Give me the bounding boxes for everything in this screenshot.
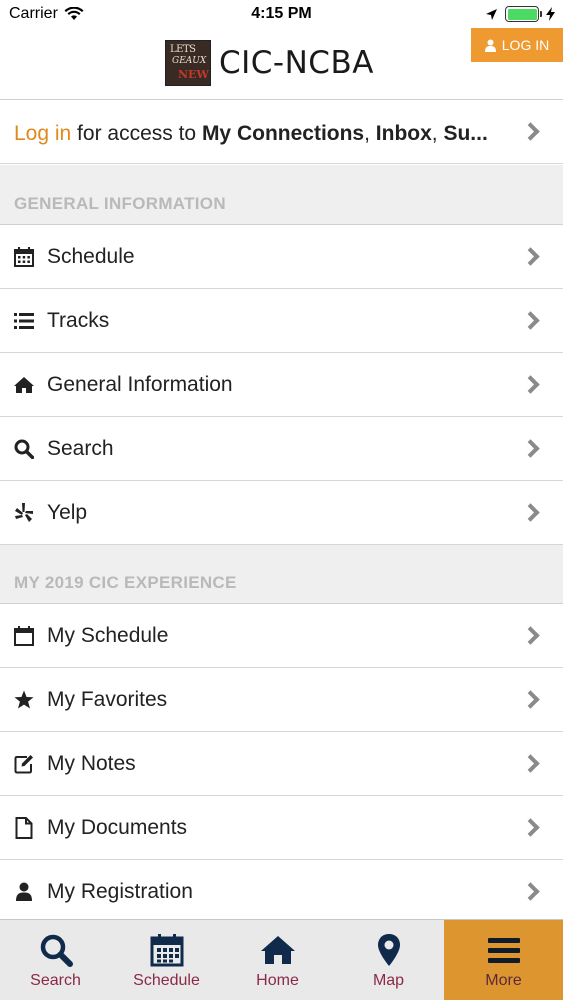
calendar-outline-icon [13, 625, 35, 647]
edit-icon [13, 753, 35, 775]
list-item-label: My Documents [47, 816, 188, 839]
app-title: CIC-NCBA [219, 45, 374, 81]
tab-home[interactable]: Home [222, 920, 333, 1000]
chevron-right-icon [521, 439, 540, 458]
search-icon [39, 932, 73, 968]
star-icon [13, 689, 35, 711]
chevron-right-icon [521, 503, 540, 522]
list-item-label: My Notes [47, 752, 136, 775]
user-icon [484, 39, 496, 52]
tab-label: Home [256, 972, 299, 989]
login-link[interactable]: Log in [14, 122, 71, 145]
document-icon [13, 817, 35, 839]
location-arrow-icon [486, 8, 497, 20]
brand: LETS GEAUX NEW CIC-NCBA [165, 40, 374, 86]
list-item-my-registration[interactable]: My Registration [0, 860, 563, 924]
chevron-right-icon [521, 247, 540, 266]
list-item-label: Schedule [47, 245, 135, 268]
chevron-right-icon [521, 122, 540, 141]
status-bar: Carrier 4:15 PM [0, 0, 563, 30]
list-item-my-favorites[interactable]: My Favorites [0, 668, 563, 732]
user-icon [13, 881, 35, 903]
list-item-label: My Schedule [47, 624, 169, 647]
calendar-icon [13, 246, 35, 268]
list-item-schedule[interactable]: Schedule [0, 225, 563, 289]
tab-more[interactable]: More [444, 920, 563, 1000]
section-header-my-2019-cic-experience: MY 2019 CIC EXPERIENCE [0, 545, 563, 604]
chevron-right-icon [521, 882, 540, 901]
search-icon [13, 438, 35, 460]
chevron-right-icon [521, 375, 540, 394]
list-item-search[interactable]: Search [0, 417, 563, 481]
map-pin-icon [377, 932, 401, 968]
battery-icon [505, 6, 542, 22]
status-time: 4:15 PM [251, 5, 312, 22]
event-logo: LETS GEAUX NEW [165, 40, 211, 86]
list-item-my-schedule[interactable]: My Schedule [0, 604, 563, 668]
tab-label: Schedule [133, 972, 200, 989]
list-item-label: My Favorites [47, 688, 168, 711]
status-indicators [485, 6, 555, 22]
list-item-my-documents[interactable]: My Documents [0, 796, 563, 860]
list-item-my-notes[interactable]: My Notes [0, 732, 563, 796]
chevron-right-icon [521, 311, 540, 330]
tab-schedule[interactable]: Schedule [111, 920, 222, 1000]
menu-icon [487, 932, 520, 968]
chevron-right-icon [521, 626, 540, 645]
calendar-icon [150, 932, 184, 968]
list-item-label: Tracks [47, 309, 110, 332]
list-item-label: General Information [47, 373, 233, 396]
tab-search[interactable]: Search [0, 920, 111, 1000]
list-item-general-information[interactable]: General Information [0, 353, 563, 417]
chevron-right-icon [521, 754, 540, 773]
list-item-label: My Registration [47, 880, 193, 903]
charging-bolt-icon [546, 7, 555, 21]
login-button[interactable]: LOG IN [471, 28, 563, 62]
yelp-icon [13, 502, 35, 524]
section-header-general-information: GENERAL INFORMATION [0, 165, 563, 225]
home-icon [260, 932, 295, 968]
app-header: LETS GEAUX NEW CIC-NCBA LOG IN [0, 28, 563, 100]
tab-bar: Search Schedule Home Map More [0, 919, 563, 1000]
chevron-right-icon [521, 818, 540, 837]
login-prompt-row[interactable]: Log in for access to My Connections, Inb… [0, 100, 563, 164]
tab-label: More [485, 972, 522, 989]
tab-label: Search [30, 972, 81, 989]
tab-label: Map [372, 972, 405, 989]
list-icon [13, 310, 35, 332]
home-icon [13, 374, 35, 396]
chevron-right-icon [521, 690, 540, 709]
list-item-tracks[interactable]: Tracks [0, 289, 563, 353]
list-item-label: Yelp [47, 501, 88, 524]
login-button-label: LOG IN [501, 37, 550, 53]
list-item-label: Search [47, 437, 114, 460]
tab-map[interactable]: Map [333, 920, 444, 1000]
list-item-yelp[interactable]: Yelp [0, 481, 563, 545]
login-prompt-text: Log in for access to My Connections, Inb… [14, 122, 488, 145]
